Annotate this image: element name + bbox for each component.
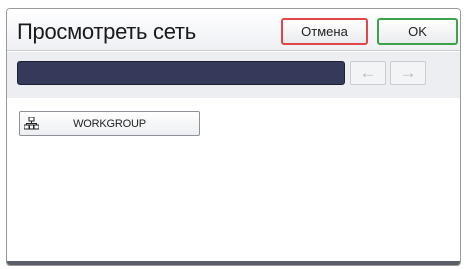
page-title: Просмотреть сеть <box>17 19 196 44</box>
list-item-workgroup[interactable]: WORKGROUP <box>19 111 200 136</box>
arrow-left-icon: ← <box>359 63 377 82</box>
network-list: WORKGROUP <box>7 98 460 263</box>
previous-level-button[interactable]: ← <box>350 61 386 85</box>
ok-button[interactable]: OK <box>377 18 458 45</box>
path-bar <box>17 61 345 85</box>
arrow-right-icon: → <box>399 63 417 82</box>
list-item-label: WORKGROUP <box>73 117 146 130</box>
next-level-button[interactable]: → <box>390 61 426 85</box>
cancel-button[interactable]: Отмена <box>281 18 368 45</box>
path-toolbar: ← → <box>7 52 460 98</box>
header: Просмотреть сеть Отмена OK <box>7 9 460 51</box>
footer-divider <box>7 261 460 265</box>
browse-network-screen: Просмотреть сеть Отмена OK ← → WORKGROUP <box>6 8 461 266</box>
